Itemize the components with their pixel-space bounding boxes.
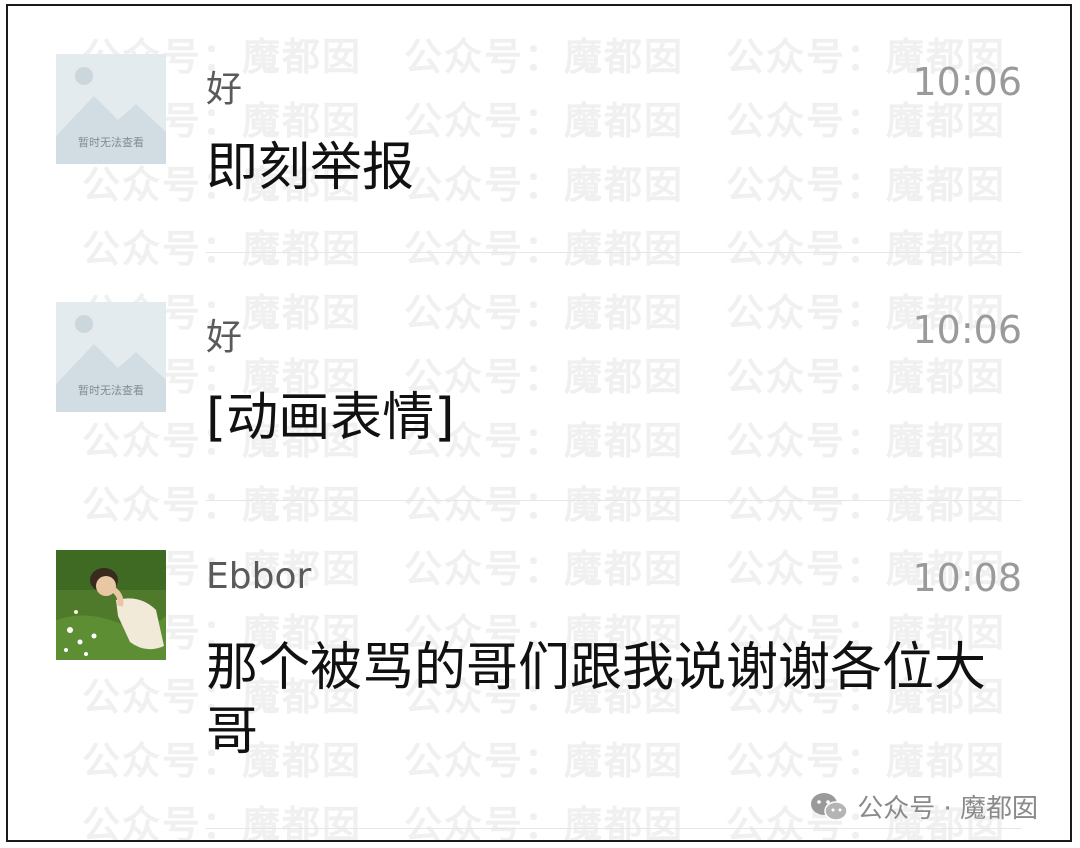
- watermark-text: 公众号：魔都囡: [404, 227, 685, 271]
- message-content: 即刻举报: [206, 138, 415, 198]
- watermark-text: 公众号：魔都囡: [82, 483, 363, 527]
- sender-name: 好: [206, 69, 243, 110]
- avatar-illustration-icon: [56, 550, 166, 660]
- sender-name: Ebbor: [206, 556, 312, 597]
- avatar[interactable]: 暂时无法查看: [56, 54, 166, 164]
- watermark-text: 公众号：魔都囡: [404, 291, 685, 335]
- message-time: 10:08: [912, 556, 1022, 600]
- watermark-text: 公众号：魔都囡: [726, 227, 1007, 271]
- wechat-icon: [811, 792, 848, 821]
- avatar-caption: 暂时无法查看: [78, 136, 144, 149]
- watermark-text: 公众号：魔都囡: [404, 803, 685, 842]
- chat-list-frame: 公众号：魔都囡 公众号：魔都囡 公众号：魔都囡 公众号：魔都囡 公众号：魔都囡 公众号：魔…: [6, 4, 1072, 842]
- message-time: 10:06: [912, 60, 1022, 104]
- sender-name: 好: [206, 317, 243, 358]
- avatar[interactable]: 暂时无法查看: [56, 302, 166, 412]
- watermark-text: 公众号：魔都囡: [726, 483, 1007, 527]
- footer-watermark: 公众号 · 魔都囡: [809, 788, 1038, 825]
- divider: [206, 828, 1022, 829]
- watermark-text: 公众号：魔都囡: [404, 547, 685, 591]
- divider: [206, 500, 1022, 501]
- message-content: 那个被骂的哥们跟我说谢谢各位大哥: [206, 638, 987, 762]
- avatar-caption: 暂时无法查看: [78, 384, 144, 397]
- watermark-row: 公众号：魔都囡 公众号：魔都囡 公众号：魔都囡: [82, 474, 1048, 529]
- watermark-row: 公众号：魔都囡 公众号：魔都囡 公众号：魔都囡: [82, 218, 1048, 273]
- message-time: 10:06: [912, 308, 1022, 352]
- watermark-text: 公众号：魔都囡: [82, 227, 363, 271]
- watermark-text: 公众号：魔都囡: [404, 483, 685, 527]
- avatar[interactable]: [56, 550, 166, 660]
- message-content: [动画表情]: [206, 388, 455, 448]
- watermark-text: 公众号：魔都囡: [82, 803, 363, 842]
- divider: [206, 252, 1022, 253]
- footer-text: 公众号 · 魔都囡: [857, 794, 1038, 824]
- watermark-text: 公众号：魔都囡: [404, 35, 685, 79]
